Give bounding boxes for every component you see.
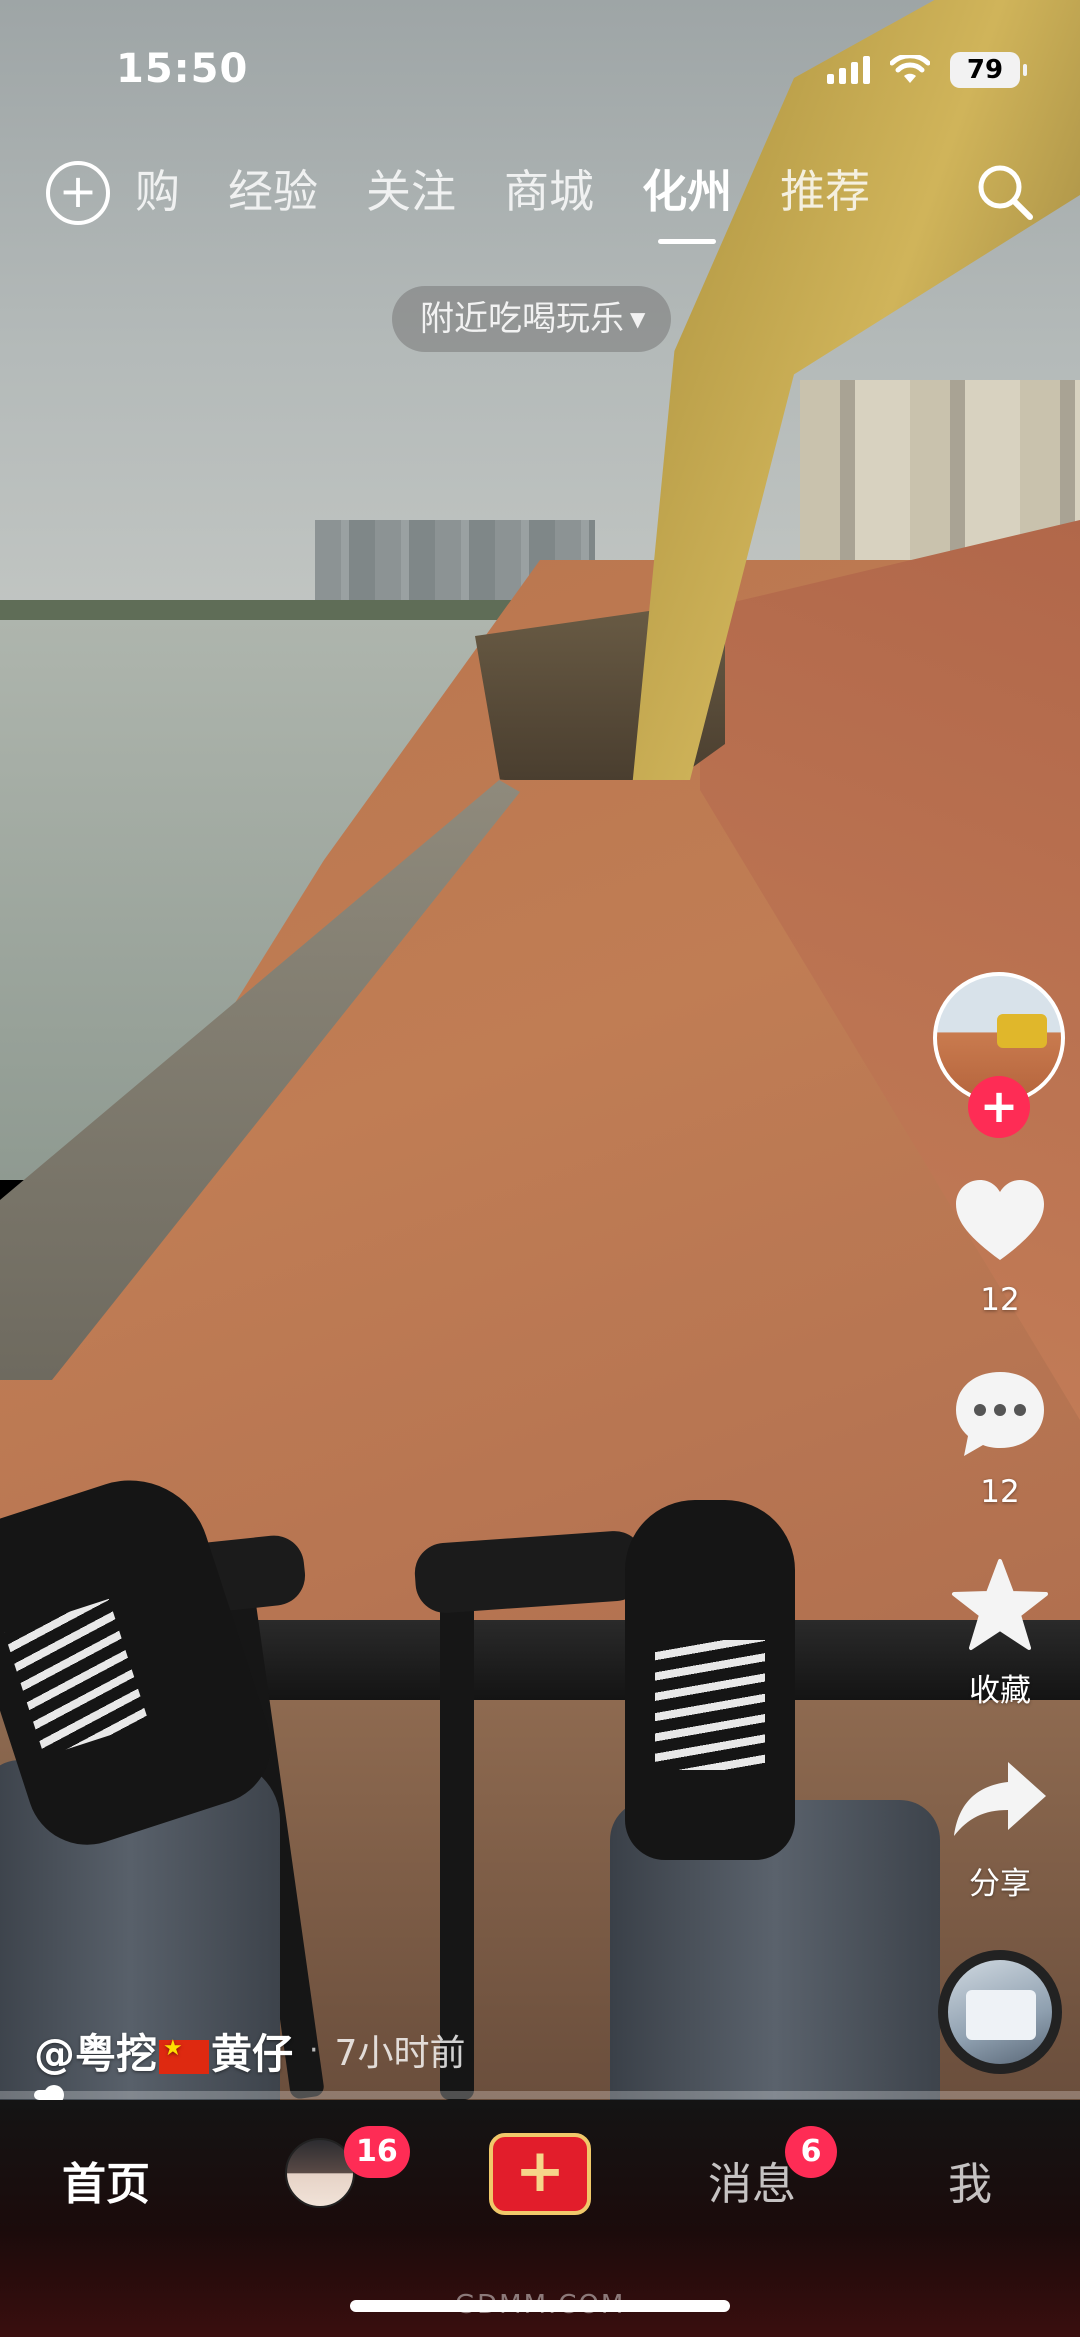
favorite-action[interactable]: 收藏 (930, 1555, 1070, 1710)
like-action[interactable]: 12 (930, 1172, 1070, 1318)
battery-icon: 79 (950, 52, 1027, 88)
follow-button[interactable]: + (968, 1076, 1030, 1138)
tab-messages[interactable]: 消息 (708, 2148, 796, 2212)
video-caption: @粤挖 黄仔 · 7小时前 (34, 2020, 465, 2080)
video-progress-track[interactable] (0, 2091, 1080, 2099)
nearby-pill-label: 附近吃喝玩乐 (420, 299, 624, 339)
share-arrow-icon (954, 1762, 1046, 1836)
author-name-suffix: 黄仔 (211, 2030, 293, 2078)
friends-badge: 16 (344, 2126, 410, 2178)
search-icon[interactable] (973, 160, 1037, 224)
caption-separator: · (309, 2032, 319, 2068)
comment-bubble-icon (956, 1372, 1044, 1456)
like-count: 12 (980, 1282, 1020, 1318)
share-action[interactable]: 分享 (930, 1748, 1070, 1903)
music-disc[interactable] (938, 1950, 1062, 2074)
messages-badge: 6 (785, 2126, 837, 2178)
tab-experience[interactable]: 经验 (228, 160, 318, 230)
author-name[interactable]: @粤挖 黄仔 (34, 2020, 293, 2080)
china-flag-icon (159, 2036, 209, 2074)
status-time: 15:50 (116, 46, 249, 92)
post-time: 7小时前 (334, 2033, 466, 2074)
nearby-food-fun-button[interactable]: 附近吃喝玩乐 ▼ (392, 286, 672, 352)
tab-group-buy[interactable]: 购 (135, 160, 180, 230)
tab-me[interactable]: 我 (948, 2148, 992, 2212)
video-right-shoe (625, 1500, 795, 1860)
tab-recommend[interactable]: 推荐 (780, 160, 870, 230)
tab-following[interactable]: 关注 (366, 160, 456, 230)
comment-action[interactable]: 12 (930, 1364, 1070, 1510)
status-icons: 79 (827, 52, 1027, 88)
wifi-icon (890, 55, 930, 83)
music-cover-truck-image (966, 1990, 1036, 2040)
heart-icon (956, 1180, 1044, 1260)
avatar-excavator-image (997, 1014, 1047, 1048)
author-name-prefix: @粤挖 (34, 2030, 157, 2078)
tab-home[interactable]: 首页 (62, 2148, 150, 2212)
home-indicator (350, 2300, 730, 2312)
post-video-button[interactable]: + (489, 2133, 591, 2215)
cellular-signal-icon (827, 56, 870, 84)
comment-count: 12 (980, 1474, 1020, 1510)
top-tab-bar: 购 经验 关注 商城 化州 推荐 (135, 160, 870, 244)
caret-down-icon: ▼ (630, 307, 646, 331)
circle-plus-icon[interactable]: + (46, 161, 110, 225)
favorite-label: 收藏 (969, 1673, 1031, 1709)
star-icon (952, 1559, 1048, 1650)
tab-local-huazhou[interactable]: 化州 (642, 160, 732, 244)
share-label: 分享 (969, 1866, 1031, 1902)
tab-mall[interactable]: 商城 (504, 160, 594, 230)
